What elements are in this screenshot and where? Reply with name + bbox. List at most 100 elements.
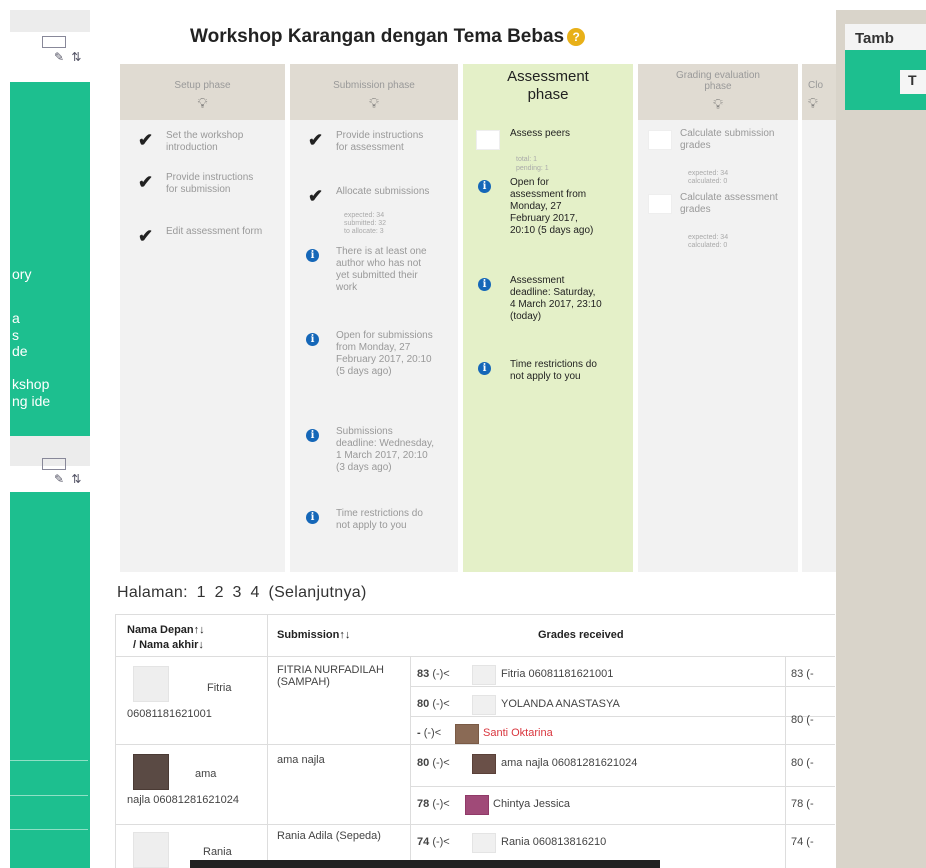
task-detail: total: 1	[516, 156, 538, 163]
page-link[interactable]: 4	[251, 584, 260, 601]
reviewer-name[interactable]: Chintya Jessica	[493, 798, 570, 810]
column-header-grades-received: Grades received	[538, 629, 624, 641]
lightbulb-icon[interactable]: 💡︎	[290, 95, 458, 112]
lightbulb-icon[interactable]: 💡︎	[120, 95, 285, 112]
avatar[interactable]	[133, 666, 169, 702]
column-header-name[interactable]: Nama Depan↑↓	[127, 624, 205, 636]
sort-desc-icon[interactable]: ↓	[198, 639, 204, 651]
sidebar-block-header-1	[10, 10, 90, 32]
grade-modifier: (-)<	[432, 698, 450, 710]
phase-name: Submission phase	[333, 80, 415, 91]
sidebar-item[interactable]: ory	[12, 266, 31, 282]
table-border	[267, 614, 268, 868]
grade-modifier: (-)<	[423, 727, 442, 739]
column-header-lastname[interactable]: / Nama akhir↓	[133, 639, 204, 651]
avatar	[472, 833, 496, 853]
phase-name: Clo	[808, 80, 824, 91]
task-status-box	[476, 130, 500, 150]
help-icon[interactable]: ?	[567, 27, 586, 46]
task-detail: expected: 34	[688, 234, 729, 241]
table-border	[115, 656, 835, 657]
phase-name: Assessment phase	[507, 68, 589, 103]
pagination-label: Halaman:	[117, 584, 188, 601]
grade-value: 80	[417, 698, 430, 710]
sidebar-item[interactable]: a	[12, 310, 20, 326]
avatar	[472, 695, 496, 715]
dock-icon[interactable]	[42, 457, 66, 470]
phase-header-setup: Setup phase 💡︎	[120, 64, 285, 120]
task-label[interactable]: Allocate submissions	[336, 186, 436, 198]
user-last-name[interactable]: najla 06081281621024	[127, 794, 267, 806]
sidebar-item[interactable]: kshop	[12, 376, 49, 392]
task-detail: pending: 1	[516, 165, 549, 172]
reviewer-name[interactable]: Rania 060813816210	[501, 836, 606, 848]
task-detail: submitted: 32	[344, 220, 387, 227]
avatar[interactable]	[133, 754, 169, 790]
user-first-name[interactable]: ama	[195, 768, 216, 780]
avatar[interactable]	[133, 832, 169, 868]
grade-entry: - (-)<	[417, 727, 441, 739]
move-icon[interactable]: ✎ ⇅	[54, 50, 83, 64]
task-info: Open for submissions from Monday, 27 Feb…	[336, 330, 433, 377]
grade-entry: 80 (-)<	[417, 757, 450, 769]
table-border	[410, 786, 835, 787]
task-label[interactable]: Provide instructions for assessment	[336, 130, 436, 154]
table-border	[115, 824, 835, 825]
lightbulb-icon[interactable]: 💡︎	[638, 96, 798, 113]
sidebar-item[interactable]: ng ide	[12, 393, 50, 409]
reviewer-name[interactable]: Santi Oktarina	[483, 727, 553, 739]
grade-value: -	[417, 727, 421, 739]
info-icon: i	[306, 333, 319, 346]
right-panel	[836, 10, 926, 868]
page-link[interactable]: 1	[197, 584, 206, 601]
pagination: Halaman: 1 2 3 4 (Selanjutnya)	[117, 584, 371, 602]
task-detail: calculated: 0	[688, 242, 728, 249]
user-first-name[interactable]: Fitria	[207, 682, 231, 694]
page-link[interactable]: 3	[233, 584, 242, 601]
block-controls-1: ✎ ⇅	[18, 34, 83, 64]
bottom-bar	[190, 860, 660, 868]
check-icon: ✔	[138, 130, 154, 150]
reviewer-name[interactable]: ama najla 06081281621024	[501, 757, 637, 769]
sidebar-item[interactable]: de	[12, 343, 28, 359]
submission-title[interactable]: Rania Adila (Sepeda)	[277, 830, 387, 842]
submission-title[interactable]: ama najla	[277, 754, 387, 766]
task-label[interactable]: Set the workshop introduction	[166, 130, 266, 154]
grade-modifier: (-)<	[432, 836, 450, 848]
phase-name: Grading evaluation phase	[676, 70, 760, 92]
info-icon: i	[306, 429, 319, 442]
user-first-name[interactable]: Rania	[203, 846, 232, 858]
task-label[interactable]: Edit assessment form	[166, 226, 266, 238]
task-label[interactable]: Calculate submission grades	[680, 128, 780, 152]
table-border	[410, 656, 411, 868]
divider	[10, 829, 88, 830]
page-link[interactable]: 2	[215, 584, 224, 601]
task-label[interactable]: Assess peers	[510, 128, 610, 140]
task-label[interactable]: Provide instructions for submission	[166, 172, 266, 196]
next-page-link[interactable]: (Selanjutnya)	[268, 584, 366, 601]
divider	[10, 795, 88, 796]
sort-icon[interactable]: ↑↓	[194, 624, 205, 636]
grade-value: 83	[417, 668, 430, 680]
avatar	[472, 754, 496, 774]
right-panel-button[interactable]: T	[900, 70, 926, 94]
info-icon: i	[478, 362, 491, 375]
phase-header-closed: Clo 💡︎	[802, 64, 836, 120]
reviewer-name[interactable]: YOLANDA ANASTASYA	[501, 698, 620, 710]
grade-entry: 80 (-)<	[417, 698, 450, 710]
reviewer-name[interactable]: Fitria 06081181621001	[501, 668, 613, 680]
sidebar-item[interactable]: s	[12, 327, 19, 343]
column-header-submission[interactable]: Submission↑↓	[277, 629, 350, 641]
user-last-name[interactable]: 06081181621001	[127, 708, 212, 720]
sort-icon[interactable]: ↑↓	[339, 629, 350, 641]
phase-name: Setup phase	[174, 80, 231, 91]
submission-title[interactable]: FITRIA NURFADILAH (SAMPAH)	[277, 664, 387, 688]
info-icon: i	[478, 180, 491, 193]
grade-value: 78	[417, 798, 430, 810]
sidebar-block-2	[10, 492, 90, 868]
lightbulb-icon[interactable]: 💡︎	[808, 95, 836, 112]
move-icon[interactable]: ✎ ⇅	[54, 472, 83, 486]
task-label[interactable]: Calculate assessment grades	[680, 192, 780, 216]
dock-icon[interactable]	[42, 35, 66, 48]
grade-given: 80 (-	[791, 757, 814, 769]
